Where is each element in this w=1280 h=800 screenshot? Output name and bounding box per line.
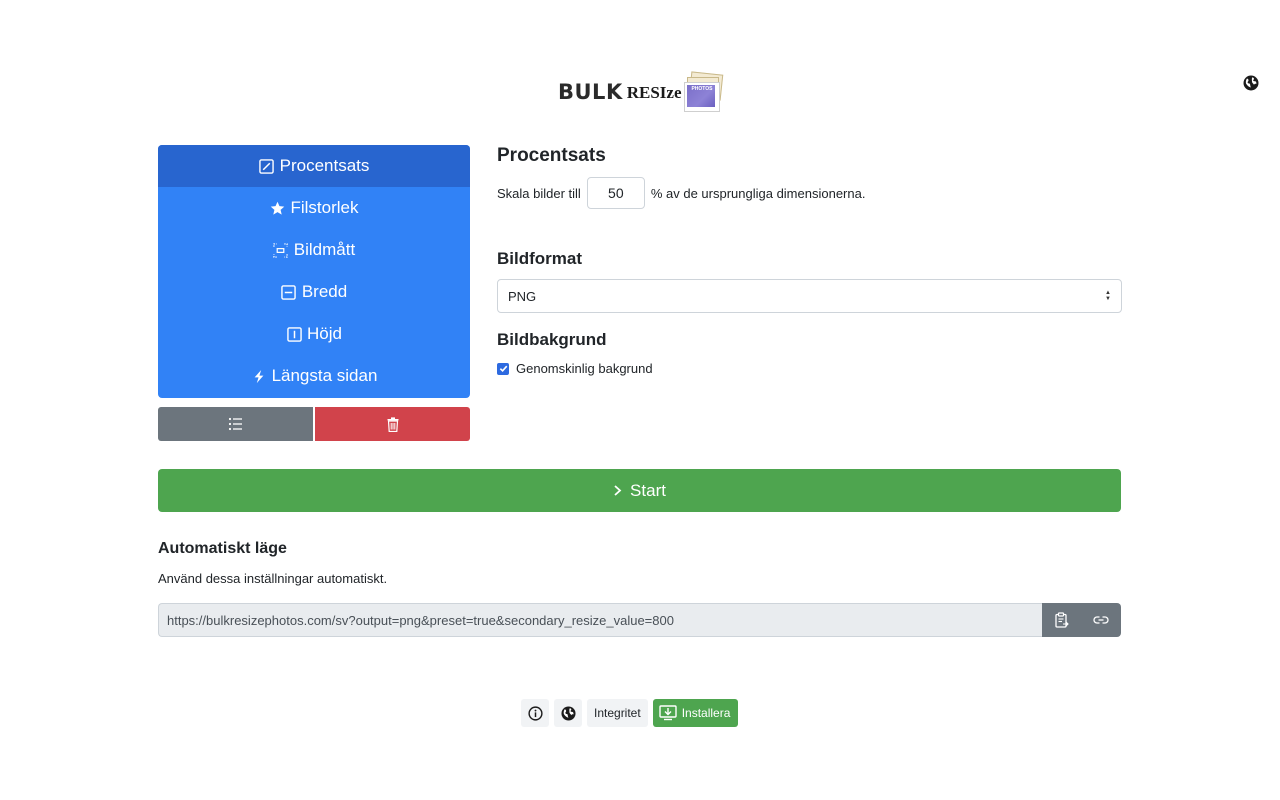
install-label: Installera [681, 706, 731, 720]
height-icon [286, 326, 302, 342]
list-button[interactable] [158, 407, 313, 441]
settings-title: Procentsats [497, 145, 606, 166]
format-select[interactable]: PNG ▲ ▼ [497, 279, 1122, 313]
star-icon [269, 200, 285, 216]
method-item-label: Bildmått [293, 240, 356, 259]
check-icon [499, 365, 507, 373]
dimensions-icon [273, 242, 289, 258]
method-item-procentsats[interactable]: Procentsats [158, 145, 470, 187]
language-button[interactable] [1240, 72, 1262, 94]
logo-photos-text: PHOTOS [691, 86, 713, 92]
globe-icon [1243, 75, 1259, 91]
auto-url-field[interactable] [158, 603, 1042, 637]
footer: Integritet Installera [521, 698, 739, 728]
method-action-buttons [158, 407, 470, 441]
list-icon [228, 417, 242, 431]
lightning-icon [251, 368, 267, 384]
percent-square-icon [259, 158, 275, 174]
logo-bulk-text: BULK [558, 79, 623, 104]
method-item-bredd[interactable]: Bredd [158, 271, 470, 313]
logo-photos-image: PHOTOS [683, 71, 724, 112]
trash-icon [387, 416, 398, 432]
auto-mode-description: Använd dessa inställningar automatiskt. [158, 571, 388, 586]
page: BULK RESIze PHOTOS Procentsats Filstorle… [0, 0, 1280, 800]
format-selected-value: PNG [508, 288, 537, 304]
method-item-langsta-sidan[interactable]: Längsta sidan [158, 355, 470, 397]
info-button[interactable] [521, 699, 549, 727]
auto-url-group [158, 603, 1121, 637]
logo: BULK RESIze PHOTOS [558, 71, 724, 112]
auto-mode-title: Automatiskt läge [158, 540, 287, 557]
info-icon [527, 705, 543, 721]
chevron-right-icon [613, 483, 622, 499]
copy-url-button[interactable] [1050, 608, 1074, 632]
install-button[interactable]: Installera [652, 699, 739, 727]
start-button[interactable]: Start [158, 469, 1121, 512]
transparent-background-label: Genomskinlig bakgrund [516, 361, 653, 376]
transparent-background-row: Genomskinlig bakgrund [497, 361, 653, 376]
scale-suffix-label: % av de ursprungliga dimensionerna. [650, 185, 866, 201]
settings-panel: Procentsats Skala bilder till % av de ur… [497, 145, 1122, 376]
logo-resize-text: RESIze [626, 82, 682, 102]
scale-percent-input[interactable] [586, 177, 645, 209]
method-item-label: Procentsats [279, 156, 370, 175]
scale-prefix-label: Skala bilder till [497, 185, 581, 201]
link-icon [1093, 616, 1109, 624]
language-footer-button[interactable] [554, 699, 582, 727]
select-arrows-icon: ▲ ▼ [1105, 290, 1111, 302]
globe-icon [560, 705, 576, 721]
clipboard-icon [1055, 612, 1069, 628]
method-item-label: Bredd [301, 282, 348, 301]
transparent-background-checkbox[interactable] [497, 362, 509, 375]
background-title: Bildbakgrund [497, 330, 607, 349]
width-icon [281, 284, 297, 300]
delete-button[interactable] [315, 407, 470, 441]
open-link-button[interactable] [1089, 608, 1113, 632]
method-item-bildmatt[interactable]: Bildmått [158, 229, 470, 271]
start-label: Start [630, 480, 666, 500]
format-title: Bildformat [497, 249, 582, 268]
resize-method-list: Procentsats Filstorlek Bildmått Bredd Hö… [158, 145, 470, 398]
privacy-link[interactable]: Integritet [587, 699, 648, 727]
method-item-filstorlek[interactable]: Filstorlek [158, 187, 470, 229]
method-item-label: Höjd [307, 324, 342, 343]
scale-row: Skala bilder till % av de ursprungliga d… [497, 177, 865, 209]
method-item-label: Filstorlek [290, 198, 359, 217]
method-item-hojd[interactable]: Höjd [158, 313, 470, 355]
install-icon [659, 705, 677, 721]
method-item-label: Längsta sidan [271, 366, 378, 385]
auto-url-buttons [1042, 603, 1121, 637]
